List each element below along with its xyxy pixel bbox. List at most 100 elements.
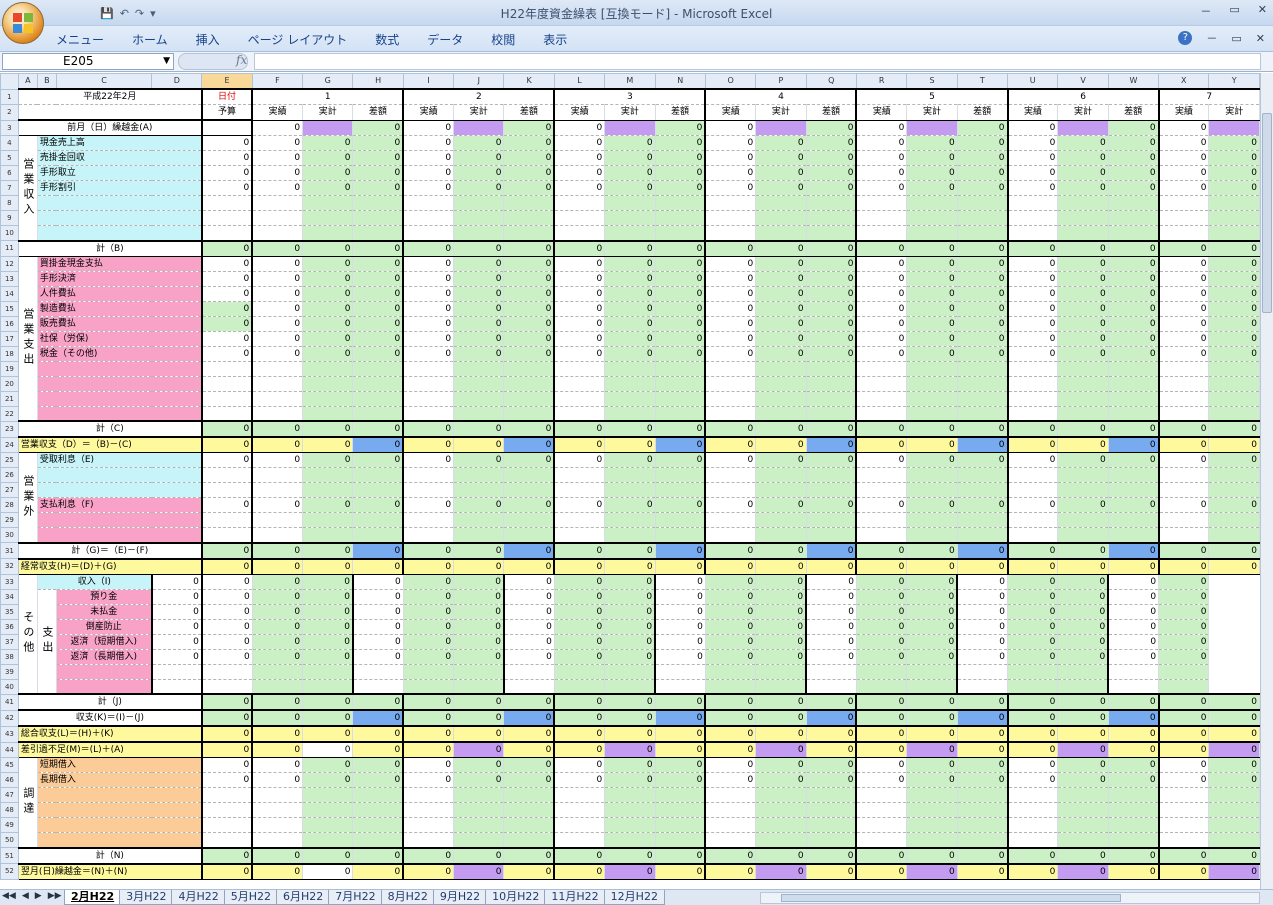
- value-cell[interactable]: [1158, 664, 1210, 680]
- value-cell[interactable]: 0: [1208, 420, 1260, 438]
- value-cell[interactable]: [453, 817, 505, 833]
- row-label[interactable]: 手形決済: [37, 271, 203, 287]
- value-cell[interactable]: [755, 527, 807, 543]
- value-cell[interactable]: [755, 376, 807, 392]
- value-cell[interactable]: 0: [1057, 619, 1109, 635]
- budget-cell[interactable]: 0: [200, 316, 253, 332]
- value-cell[interactable]: [604, 195, 656, 211]
- value-cell[interactable]: [957, 832, 1009, 848]
- value-cell[interactable]: [352, 225, 404, 241]
- value-cell[interactable]: 0: [655, 725, 706, 743]
- value-cell[interactable]: 0: [1057, 497, 1109, 513]
- value-cell[interactable]: 0: [806, 150, 857, 166]
- sheet-tab[interactable]: 10月H22: [485, 890, 547, 905]
- value-cell[interactable]: 0: [755, 436, 807, 453]
- value-cell[interactable]: 0: [1006, 436, 1059, 453]
- budget-cell[interactable]: 0: [200, 725, 253, 743]
- value-cell[interactable]: 0: [855, 420, 908, 438]
- value-cell[interactable]: 0: [604, 589, 656, 605]
- value-cell[interactable]: [906, 482, 958, 498]
- budget-cell[interactable]: 0: [200, 436, 253, 453]
- value-cell[interactable]: 0: [604, 604, 656, 620]
- value-cell[interactable]: [1157, 832, 1210, 848]
- value-cell[interactable]: 0: [402, 150, 455, 166]
- value-cell[interactable]: [553, 787, 606, 803]
- value-cell[interactable]: 0: [1157, 420, 1210, 438]
- value-cell[interactable]: 0: [1108, 557, 1160, 575]
- row-label[interactable]: [37, 527, 203, 543]
- value-cell[interactable]: 0: [402, 741, 455, 758]
- value-cell[interactable]: [1006, 817, 1059, 833]
- value-cell[interactable]: [806, 832, 857, 848]
- value-cell[interactable]: 0: [503, 271, 555, 287]
- value-cell[interactable]: 0: [453, 316, 505, 332]
- value-cell[interactable]: 0: [503, 772, 555, 788]
- column-header[interactable]: F: [251, 73, 304, 90]
- column-header[interactable]: N: [654, 73, 706, 90]
- value-cell[interactable]: [806, 361, 857, 377]
- value-cell[interactable]: 0: [453, 331, 505, 347]
- value-cell[interactable]: 0: [806, 256, 857, 272]
- value-cell[interactable]: [302, 376, 354, 392]
- value-cell[interactable]: 0: [1157, 541, 1210, 559]
- value-cell[interactable]: [1006, 195, 1059, 211]
- budget-cell[interactable]: [200, 802, 253, 818]
- value-cell[interactable]: 0: [302, 346, 354, 362]
- value-cell[interactable]: 0: [1057, 346, 1109, 362]
- value-cell[interactable]: 0: [1006, 256, 1059, 272]
- value-cell[interactable]: 0: [352, 557, 404, 575]
- value-cell[interactable]: 0: [352, 725, 404, 743]
- value-cell[interactable]: 0: [402, 331, 455, 347]
- value-cell[interactable]: 0: [453, 541, 505, 559]
- value-cell[interactable]: 0: [755, 709, 807, 727]
- value-cell[interactable]: 0: [1006, 271, 1059, 287]
- value-cell[interactable]: 0: [806, 693, 857, 711]
- value-cell[interactable]: 0: [1157, 725, 1210, 743]
- value-cell[interactable]: 0: [352, 346, 404, 362]
- value-cell[interactable]: 0: [755, 135, 807, 151]
- value-cell[interactable]: 0: [755, 452, 807, 468]
- sheet-nav-arrow-icon[interactable]: ▶▶: [48, 891, 62, 901]
- value-cell[interactable]: 0: [1108, 256, 1160, 272]
- value-cell[interactable]: 0: [806, 757, 857, 773]
- value-cell[interactable]: 0: [302, 574, 354, 590]
- budget-cell[interactable]: [200, 361, 253, 377]
- ribbon-tab[interactable]: メニュー: [56, 31, 104, 48]
- value-cell[interactable]: 0: [805, 589, 857, 605]
- value-cell[interactable]: 0: [1208, 497, 1260, 513]
- value-cell[interactable]: 0: [1157, 331, 1210, 347]
- value-cell[interactable]: [755, 210, 807, 226]
- row-label[interactable]: [37, 225, 203, 241]
- sub-header[interactable]: 実計: [1208, 104, 1260, 121]
- value-cell[interactable]: 0: [906, 557, 958, 575]
- value-cell[interactable]: 0: [453, 619, 505, 635]
- day-header[interactable]: 6: [1006, 88, 1160, 105]
- budget-cell[interactable]: 0: [150, 634, 203, 650]
- value-cell[interactable]: 0: [906, 239, 958, 257]
- value-cell[interactable]: 0: [553, 741, 606, 758]
- value-cell[interactable]: [503, 467, 555, 483]
- budget-cell[interactable]: 0: [200, 271, 253, 287]
- value-cell[interactable]: 0: [302, 589, 354, 605]
- value-cell[interactable]: [352, 817, 404, 833]
- value-cell[interactable]: [957, 406, 1009, 422]
- value-cell[interactable]: 0: [957, 316, 1009, 332]
- value-cell[interactable]: 0: [554, 619, 606, 635]
- row-label[interactable]: [37, 832, 203, 848]
- value-cell[interactable]: 0: [705, 649, 757, 665]
- value-cell[interactable]: [1007, 679, 1059, 695]
- column-header[interactable]: M: [604, 73, 656, 90]
- value-cell[interactable]: 0: [351, 634, 404, 650]
- value-cell[interactable]: 0: [1108, 772, 1160, 788]
- value-cell[interactable]: 0: [1107, 634, 1160, 650]
- row-label[interactable]: [37, 391, 203, 407]
- value-cell[interactable]: 0: [755, 497, 807, 513]
- value-cell[interactable]: [402, 406, 455, 422]
- value-cell[interactable]: 0: [553, 165, 606, 181]
- value-cell[interactable]: [453, 225, 505, 241]
- row-label[interactable]: 人件費払: [37, 286, 203, 302]
- value-cell[interactable]: 0: [251, 846, 304, 864]
- value-cell[interactable]: [604, 527, 656, 543]
- value-cell[interactable]: 0: [1157, 557, 1210, 575]
- value-cell[interactable]: 0: [806, 301, 857, 317]
